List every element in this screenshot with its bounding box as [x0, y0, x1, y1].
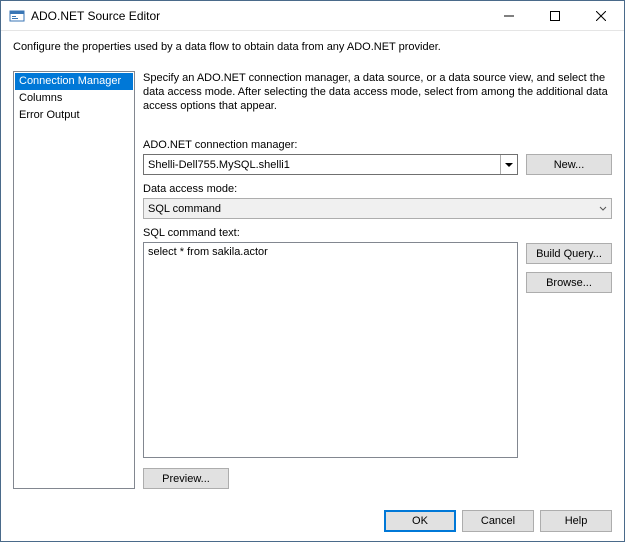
preview-button[interactable]: Preview... [143, 468, 229, 489]
build-query-button[interactable]: Build Query... [526, 243, 612, 264]
connection-manager-combo[interactable]: Shelli-Dell755.MySQL.shelli1 [143, 154, 518, 175]
browse-button[interactable]: Browse... [526, 272, 612, 293]
sql-text-wrap: SQL command text: [143, 227, 518, 458]
nav-item-connection-manager[interactable]: Connection Manager [15, 73, 133, 90]
app-icon [9, 8, 25, 24]
connection-manager-label: ADO.NET connection manager: [143, 139, 612, 151]
help-button[interactable]: Help [540, 510, 612, 532]
connection-manager-row: Shelli-Dell755.MySQL.shelli1 New... [143, 154, 612, 175]
dialog-window: ADO.NET Source Editor Configure the prop… [0, 0, 625, 542]
titlebar: ADO.NET Source Editor [1, 1, 624, 31]
preview-row: Preview... [143, 468, 612, 489]
sql-area: SQL command text: Build Query... Browse.… [143, 227, 612, 458]
chevron-down-icon [594, 199, 611, 218]
sql-command-textarea[interactable] [143, 242, 518, 458]
new-connection-button[interactable]: New... [526, 154, 612, 175]
ok-button[interactable]: OK [384, 510, 456, 532]
window-controls [486, 1, 624, 30]
sql-command-label: SQL command text: [143, 227, 518, 239]
pane-description: Specify an ADO.NET connection manager, a… [143, 71, 612, 113]
data-access-mode-row: SQL command [143, 198, 612, 219]
sql-side-buttons: Build Query... Browse... [526, 227, 612, 458]
nav-item-columns[interactable]: Columns [15, 90, 133, 107]
data-access-mode-label: Data access mode: [143, 183, 612, 195]
dialog-body: Configure the properties used by a data … [1, 31, 624, 499]
data-access-mode-combo[interactable]: SQL command [143, 198, 612, 219]
data-access-mode-value: SQL command [148, 203, 594, 215]
close-button[interactable] [578, 1, 624, 30]
nav-item-error-output[interactable]: Error Output [15, 107, 133, 124]
window-title: ADO.NET Source Editor [31, 9, 486, 23]
content-row: Connection Manager Columns Error Output … [13, 71, 612, 489]
dialog-footer: OK Cancel Help [1, 499, 624, 541]
cancel-button[interactable]: Cancel [462, 510, 534, 532]
connection-manager-value: Shelli-Dell755.MySQL.shelli1 [148, 159, 500, 171]
nav-list[interactable]: Connection Manager Columns Error Output [13, 71, 135, 489]
minimize-button[interactable] [486, 1, 532, 30]
dialog-instructions: Configure the properties used by a data … [13, 41, 612, 53]
chevron-down-icon [500, 155, 517, 174]
maximize-button[interactable] [532, 1, 578, 30]
connection-pane: Specify an ADO.NET connection manager, a… [143, 71, 612, 489]
